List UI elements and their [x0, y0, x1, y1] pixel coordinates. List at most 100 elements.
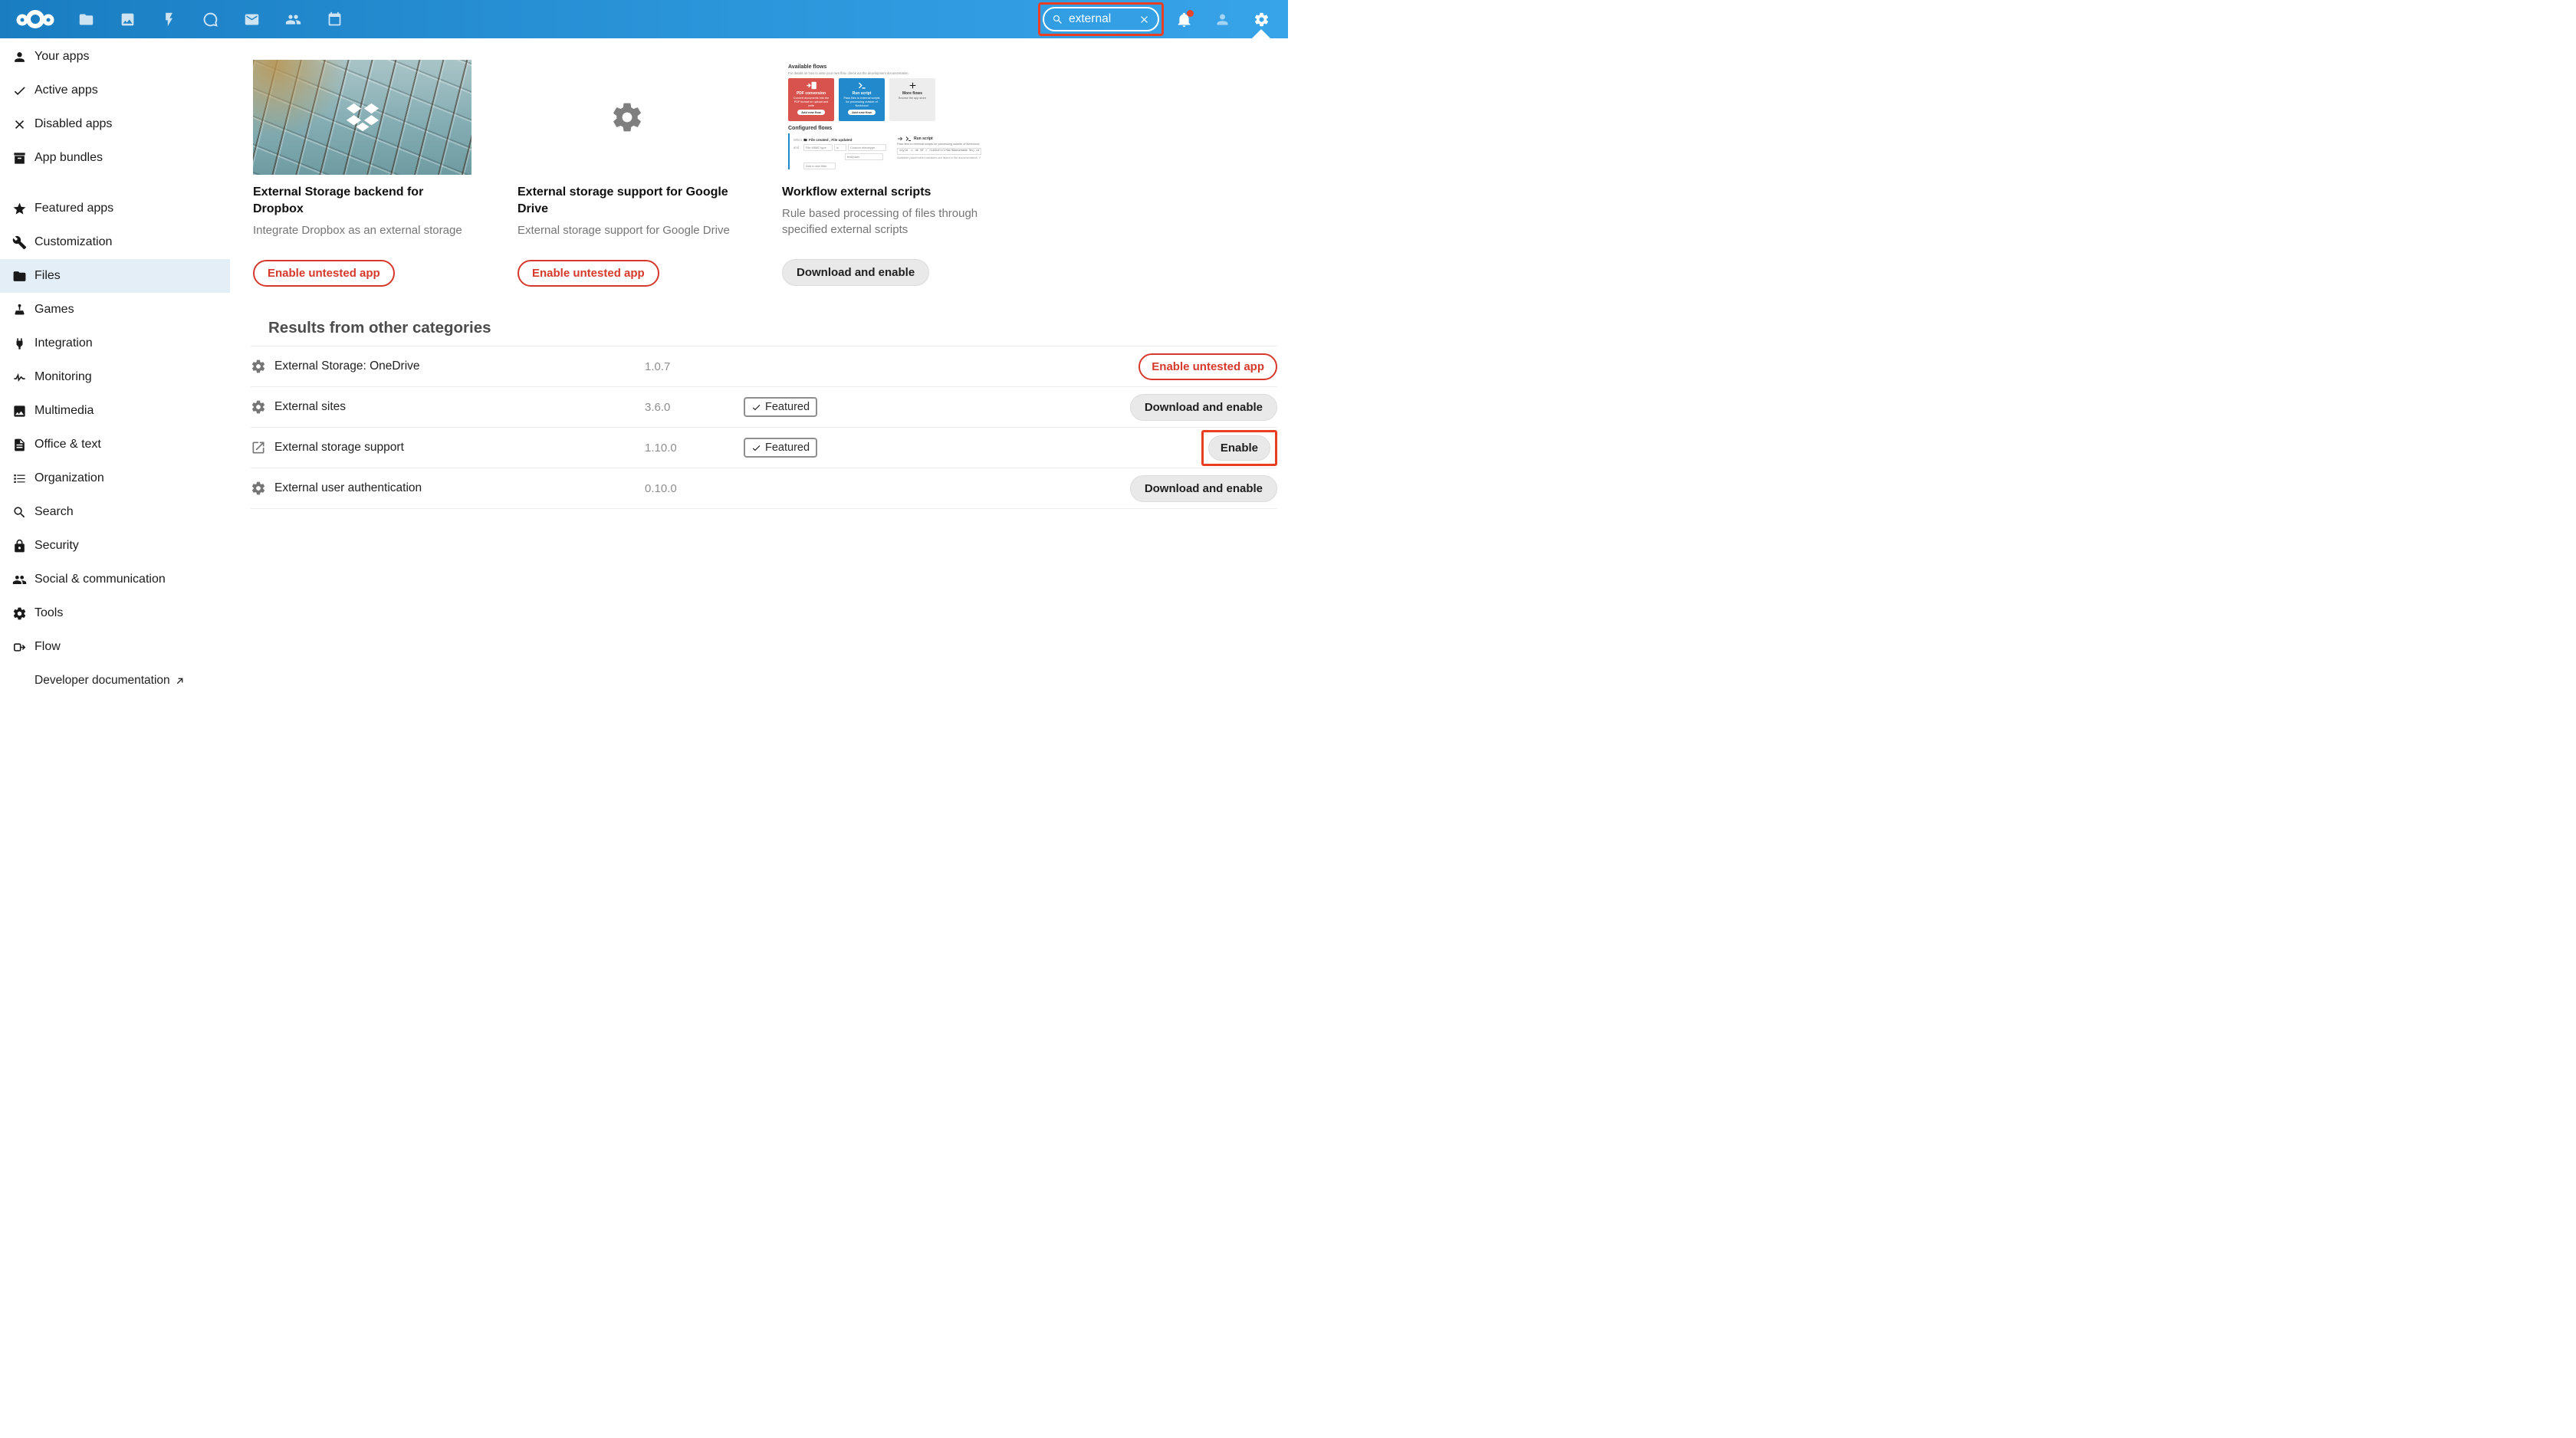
- arrow-right-icon: [897, 136, 903, 142]
- nextcloud-logo[interactable]: [15, 8, 55, 30]
- pdf-conversion-icon: [806, 81, 817, 90]
- external-link-icon: [251, 440, 266, 455]
- app-card-title: Workflow external scripts: [782, 184, 1001, 201]
- sidebar-item-security[interactable]: Security: [0, 529, 230, 563]
- sidebar-item-active-apps[interactable]: Active apps: [0, 74, 230, 107]
- app-navigation: [65, 0, 355, 38]
- sidebar-item-customization[interactable]: Customization: [0, 225, 230, 259]
- talk-app-icon[interactable]: [189, 0, 231, 38]
- app-card-dropbox: External Storage backend for Dropbox Int…: [253, 60, 472, 287]
- download-and-enable-button[interactable]: Download and enable: [1130, 475, 1277, 502]
- person-icon: [12, 50, 27, 64]
- photos-app-icon[interactable]: [107, 0, 148, 38]
- dropbox-logo-icon: [345, 101, 380, 133]
- annotation-enable-button: Enable: [1201, 430, 1277, 466]
- sidebar-item-app-bundles[interactable]: App bundles: [0, 141, 230, 175]
- topbar: external: [0, 0, 1288, 38]
- sidebar-item-search[interactable]: Search: [0, 495, 230, 529]
- sidebar: Your apps Active apps Disabled apps App …: [0, 38, 230, 719]
- app-version: 1.0.7: [645, 360, 744, 373]
- app-card-title: External Storage backend for Dropbox: [253, 184, 472, 218]
- sidebar-item-flow[interactable]: Flow: [0, 630, 230, 664]
- app-name: External storage support: [274, 441, 404, 455]
- contacts-menu-button[interactable]: [1207, 0, 1237, 38]
- gear-icon: [251, 399, 266, 415]
- app-card-description: Integrate Dropbox as an external storage: [253, 222, 472, 238]
- results-heading: Results from other categories: [268, 319, 1288, 337]
- clear-search-button[interactable]: [1138, 14, 1150, 25]
- sidebar-item-tools[interactable]: Tools: [0, 596, 230, 630]
- folder-icon: [12, 269, 27, 284]
- app-card-google-drive: External storage support for Google Driv…: [518, 60, 736, 287]
- gear-icon: [610, 100, 644, 134]
- enable-button[interactable]: Enable: [1208, 435, 1270, 461]
- download-and-enable-button[interactable]: Download and enable: [1130, 394, 1277, 421]
- search-input[interactable]: external: [1043, 7, 1159, 31]
- table-row-external-user-authentication: External user authentication 0.10.0 Down…: [251, 468, 1277, 509]
- active-app-caret: [1252, 29, 1270, 38]
- lock-icon: [12, 539, 27, 553]
- gear-icon: [12, 606, 27, 621]
- terminal-icon: [905, 136, 912, 142]
- sidebar-item-social-communication[interactable]: Social & communication: [0, 563, 230, 596]
- external-arrow-icon: [175, 676, 185, 686]
- table-row-external-storage-support: External storage support 1.10.0 Featured…: [251, 428, 1277, 468]
- sidebar-item-files[interactable]: Files: [0, 259, 230, 293]
- main-content: External Storage backend for Dropbox Int…: [230, 38, 1288, 719]
- list-icon: [12, 471, 27, 486]
- sidebar-item-featured-apps[interactable]: Featured apps: [0, 192, 230, 225]
- files-app-icon[interactable]: [65, 0, 107, 38]
- app-name: External user authentication: [274, 481, 422, 495]
- google-drive-card-image: [518, 60, 736, 175]
- sidebar-item-office-text[interactable]: Office & text: [0, 428, 230, 461]
- gear-icon: [251, 359, 266, 374]
- contacts-app-icon[interactable]: [272, 0, 314, 38]
- star-icon: [12, 202, 27, 216]
- plug-icon: [12, 337, 27, 351]
- download-and-enable-button[interactable]: Download and enable: [782, 259, 929, 286]
- enable-untested-app-button[interactable]: Enable untested app: [253, 260, 395, 287]
- sidebar-item-multimedia[interactable]: Multimedia: [0, 394, 230, 428]
- archive-icon: [12, 151, 27, 166]
- gear-icon: [1254, 11, 1270, 28]
- plus-icon: [908, 80, 918, 90]
- featured-badge: Featured: [744, 397, 817, 417]
- sidebar-item-your-apps[interactable]: Your apps: [0, 40, 230, 74]
- document-icon: [12, 438, 27, 452]
- featured-badge: Featured: [744, 438, 817, 458]
- notification-dot: [1187, 10, 1194, 17]
- check-icon: [751, 402, 761, 412]
- search-icon: [12, 505, 27, 520]
- app-card-workflow-scripts: Available flows For details on how to wr…: [782, 60, 1001, 287]
- close-icon: [12, 117, 27, 132]
- enable-untested-app-button[interactable]: Enable untested app: [518, 260, 659, 287]
- gear-icon: [251, 481, 266, 496]
- calendar-app-icon[interactable]: [314, 0, 355, 38]
- enable-untested-app-button[interactable]: Enable untested app: [1138, 353, 1277, 380]
- activity-app-icon[interactable]: [148, 0, 189, 38]
- table-row-external-sites: External sites 3.6.0 Featured Download a…: [251, 387, 1277, 428]
- mail-app-icon[interactable]: [231, 0, 272, 38]
- app-cards: External Storage backend for Dropbox Int…: [253, 60, 1288, 287]
- app-card-description: External storage support for Google Driv…: [518, 222, 736, 238]
- close-icon: [1138, 14, 1150, 25]
- sidebar-item-disabled-apps[interactable]: Disabled apps: [0, 107, 230, 141]
- pulse-icon: [12, 370, 27, 385]
- joystick-icon: [12, 303, 27, 317]
- app-name: External sites: [274, 400, 346, 414]
- preview-flow-more: More flows Browse the app store: [889, 78, 935, 121]
- sidebar-item-monitoring[interactable]: Monitoring: [0, 360, 230, 394]
- dropbox-card-image: [253, 60, 472, 175]
- terminal-icon: [858, 81, 866, 90]
- developer-documentation-link[interactable]: Developer documentation: [0, 664, 230, 698]
- people-icon: [12, 573, 27, 587]
- sidebar-item-games[interactable]: Games: [0, 293, 230, 327]
- workflow-screenshot-image: Available flows For details on how to wr…: [782, 60, 1001, 175]
- image-icon: [12, 404, 27, 419]
- apps-page: external Your apps Active apps Disabled …: [0, 0, 1288, 719]
- sidebar-item-integration[interactable]: Integration: [0, 327, 230, 360]
- results-table: External Storage: OneDrive 1.0.7 Enable …: [251, 346, 1277, 509]
- sidebar-divider: [0, 175, 230, 192]
- sidebar-item-organization[interactable]: Organization: [0, 461, 230, 495]
- notifications-button[interactable]: [1168, 0, 1199, 38]
